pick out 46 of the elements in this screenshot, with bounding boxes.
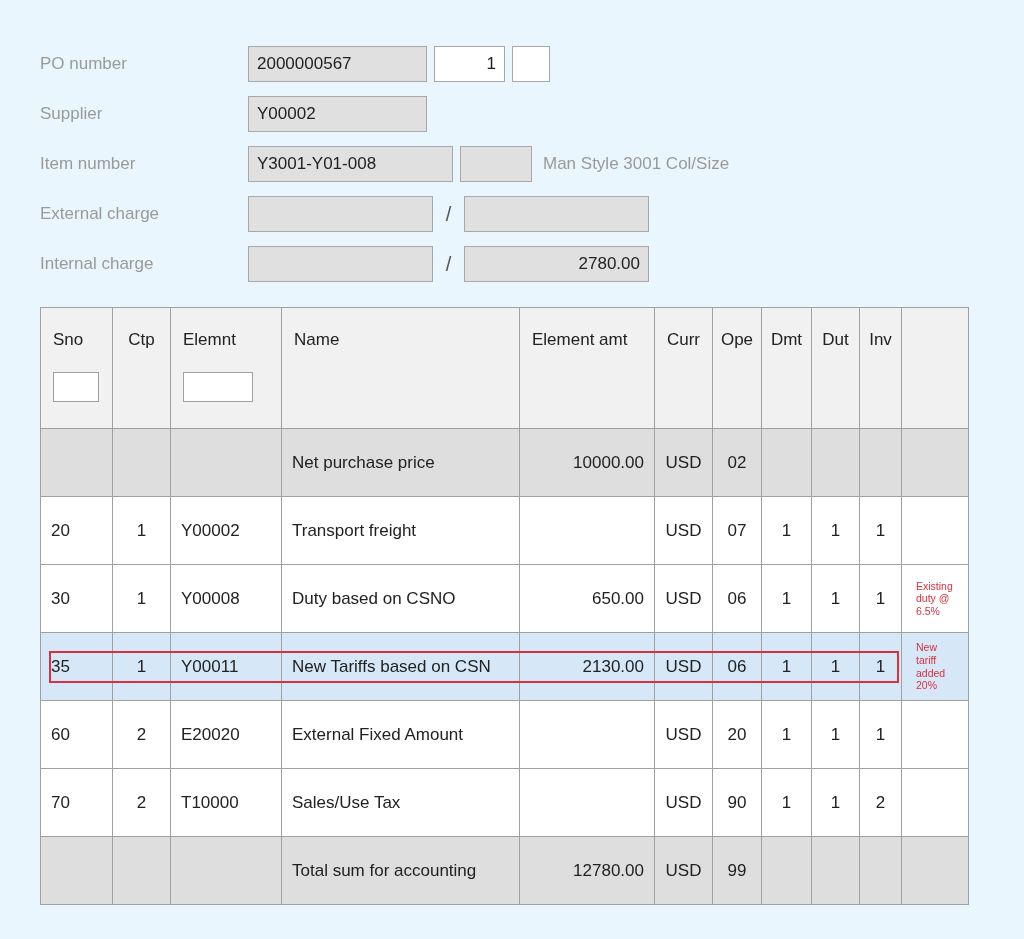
- separator-text: /: [444, 202, 453, 226]
- table-row[interactable]: 35 1 Y00011 New Tariffs based on CSN 2130.00 USD 06 1 1 1 New tariff added 20%: [41, 633, 969, 701]
- column-header: Element amt: [532, 330, 629, 350]
- filter-field[interactable]: [183, 372, 253, 402]
- table-cell: USD: [655, 837, 713, 905]
- table-row[interactable]: 30 1 Y00008 Duty based on CSNO 650.00 USD 06 1 1 1 Existing duty @ 6.5%: [41, 565, 969, 633]
- table-cell: Total sum for accounting: [282, 837, 520, 905]
- item-description: Man Style 3001 Col/Size: [543, 154, 730, 174]
- table-row[interactable]: 70 2 T10000 Sales/Use Tax USD 90 1 1 2: [41, 769, 969, 837]
- field-label: Supplier: [40, 104, 104, 124]
- display-field[interactable]: 2000000567: [248, 46, 427, 82]
- display-field[interactable]: [248, 246, 433, 282]
- display-field[interactable]: 2780.00: [464, 246, 649, 282]
- table-row[interactable]: Net purchase price 10000.00 USD 02: [41, 429, 969, 497]
- column-header: Dmt: [770, 330, 803, 350]
- display-field[interactable]: [248, 196, 433, 232]
- table-row[interactable]: 60 2 E20020 External Fixed Amount USD 20 1 1 1: [41, 701, 969, 769]
- column-header: Inv: [869, 330, 892, 350]
- field-label: Internal charge: [40, 254, 155, 274]
- column-header: Sno: [53, 330, 85, 350]
- column-header: Ope: [720, 330, 754, 350]
- table-cell: [902, 837, 969, 905]
- field-label: PO number: [40, 54, 128, 74]
- column-header: Curr: [666, 330, 701, 350]
- field-label: External charge: [40, 204, 161, 224]
- display-field[interactable]: [464, 196, 649, 232]
- display-field[interactable]: Y3001-Y01-008: [248, 146, 453, 182]
- table-row[interactable]: 20 1 Y00002 Transport freight USD 07 1 1 1: [41, 497, 969, 565]
- filter-field[interactable]: [53, 372, 99, 402]
- column-header: Elemnt: [183, 330, 237, 350]
- column-header: Dut: [822, 330, 849, 350]
- table-row[interactable]: Total sum for accounting 12780.00 USD 99: [41, 837, 969, 905]
- display-field[interactable]: [460, 146, 532, 182]
- separator-text: /: [444, 252, 453, 276]
- column-header: Name: [294, 330, 341, 350]
- display-field[interactable]: Y00002: [248, 96, 427, 132]
- table-cell: [113, 837, 171, 905]
- table-cell: [860, 837, 902, 905]
- table-cell: 12780.00: [520, 837, 655, 905]
- table-cell: 99: [713, 837, 762, 905]
- input-field[interactable]: 1: [434, 46, 505, 82]
- table-cell: [812, 837, 860, 905]
- column-header: Ctp: [128, 330, 155, 350]
- field-label: Item number: [40, 154, 137, 174]
- table-cell: [762, 837, 812, 905]
- input-field[interactable]: [512, 46, 550, 82]
